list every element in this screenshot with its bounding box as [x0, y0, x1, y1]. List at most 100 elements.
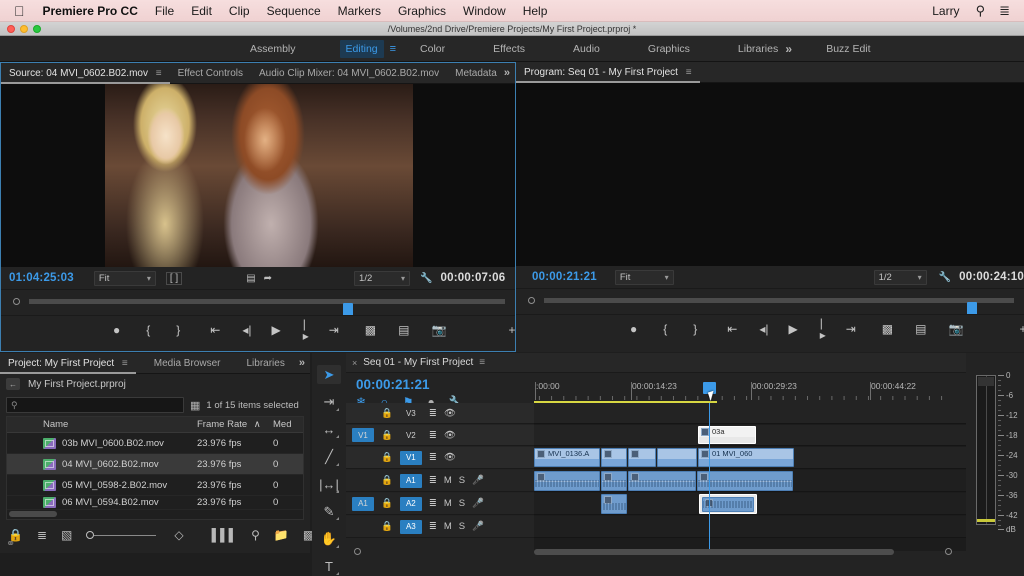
source-drag-handle-icon[interactable]: ➦ [264, 273, 272, 284]
table-row[interactable]: 04 MVI_0602.B02.mov 23.976 fps 0 [7, 454, 303, 475]
menu-user-name[interactable]: Larry [932, 4, 959, 18]
tab-program[interactable]: Program: Seq 01 - My First Project ≡ [516, 62, 700, 83]
tab-metadata[interactable]: Metadata [447, 63, 505, 84]
extract-icon[interactable]: ▤ [915, 323, 926, 335]
mark-in-icon[interactable]: { [663, 323, 667, 335]
eye-icon[interactable]: 👁 [444, 430, 456, 441]
new-search-bin-icon[interactable]: ▦ [190, 399, 200, 412]
timeline-ruler[interactable]: :00:00 00:00:14:23 00:00:29:23 00:00:44:… [534, 381, 946, 403]
timeline-zoom-knob[interactable] [945, 548, 952, 555]
source-patch-v1[interactable] [352, 451, 374, 465]
menu-item-sequence[interactable]: Sequence [267, 4, 321, 18]
breadcrumb-label[interactable]: My First Project.prproj [28, 379, 126, 390]
timeline-hscrollbar[interactable] [534, 549, 894, 555]
col-media[interactable]: Med [273, 419, 303, 430]
menu-item-edit[interactable]: Edit [191, 4, 212, 18]
track-header-v3[interactable]: 🔒 V3 ≣ 👁 [346, 403, 534, 424]
source-patch-v3[interactable] [352, 406, 374, 420]
solo-button-a1[interactable]: S [459, 475, 465, 486]
lane-a2[interactable] [534, 493, 966, 515]
menu-item-clip[interactable]: Clip [229, 4, 250, 18]
close-icon[interactable]: × [352, 358, 357, 368]
source-patch-a2[interactable]: A1 [352, 496, 374, 511]
workspace-tab-effects[interactable]: Effects [489, 40, 529, 58]
program-zoom-select[interactable]: Fit ▾ [614, 269, 674, 285]
track-name-v3[interactable]: V3 [400, 406, 422, 420]
slip-tool[interactable]: |↔| [317, 475, 341, 494]
lock-icon[interactable]: 🔒 [381, 475, 393, 486]
source-current-timecode[interactable]: 01:04:25:03 [9, 272, 74, 284]
track-name-v1[interactable]: V1 [399, 450, 422, 465]
timeline-clip[interactable] [628, 448, 656, 467]
source-tabs-overflow-icon[interactable]: » [504, 67, 510, 79]
tab-source-menu-icon[interactable]: ≡ [156, 68, 162, 79]
lift-icon[interactable]: ▩ [882, 323, 893, 335]
mic-icon[interactable]: 🎤 [472, 521, 484, 532]
source-video-area[interactable] [1, 84, 515, 267]
lock-icon[interactable]: 🔒 [381, 430, 393, 441]
type-tool[interactable]: T [317, 557, 341, 576]
source-scrub-bar[interactable] [1, 289, 515, 317]
timeline-clip[interactable]: 01 MVI_060 [698, 448, 794, 467]
app-name-menu[interactable]: Premiere Pro CC [43, 4, 138, 18]
timeline-clip[interactable] [534, 471, 600, 491]
button-editor-icon[interactable]: + [1019, 323, 1024, 335]
icon-view-icon[interactable]: ▧ [61, 528, 72, 542]
workspace-tab-color[interactable]: Color [416, 40, 449, 58]
workspace-overflow-icon[interactable]: » [785, 42, 792, 56]
source-resolution-select[interactable]: 1/2 ▾ [354, 270, 411, 286]
wrench-icon[interactable]: 🔧 [939, 272, 951, 283]
mute-button-a1[interactable]: M [444, 475, 452, 486]
col-frame-rate[interactable]: Frame Rate ∧ [197, 419, 273, 430]
mic-icon[interactable]: 🎤 [472, 498, 484, 509]
timeline-zoom-dot[interactable] [354, 548, 361, 555]
export-frame-icon[interactable]: 📷 [948, 323, 963, 335]
list-view-icon[interactable]: ≣ [37, 528, 47, 542]
track-header-a3[interactable]: 🔒 A3 ≣ M S 🎤 [346, 516, 534, 538]
step-back-icon[interactable]: ◂| [242, 324, 251, 336]
program-current-timecode[interactable]: 00:00:21:21 [532, 271, 597, 283]
track-select-forward-tool[interactable]: ⇥ [317, 392, 341, 411]
sync-lock-icon[interactable]: ≣ [429, 475, 437, 486]
step-forward-icon[interactable]: |▸ [303, 318, 309, 342]
timeline-playhead[interactable] [709, 403, 710, 551]
timeline-clip[interactable] [601, 471, 627, 491]
creative-cloud-icon[interactable]: ⚭ [6, 537, 15, 550]
play-icon[interactable]: ▶ [788, 323, 797, 335]
tab-libraries[interactable]: Libraries [238, 353, 292, 374]
program-resolution-select[interactable]: 1/2 ▾ [873, 269, 927, 285]
project-tabs-overflow-icon[interactable]: » [299, 357, 305, 369]
row-name-cell[interactable]: 04 MVI_0602.B02.mov [41, 458, 197, 470]
timeline-menu-icon[interactable]: ≡ [479, 357, 485, 368]
zoom-slider-knob[interactable] [86, 531, 95, 539]
tab-program-menu-icon[interactable]: ≡ [686, 67, 692, 78]
mute-button-a2[interactable]: M [444, 498, 452, 509]
solo-button-a2[interactable]: S [459, 498, 465, 509]
workspace-tab-assembly[interactable]: Assembly [246, 40, 300, 58]
lane-v2[interactable]: 03a [534, 425, 966, 446]
row-name-cell[interactable]: 06 MVI_0594.B02.mov [41, 497, 197, 508]
go-to-in-icon[interactable]: ⇤ [727, 323, 737, 335]
program-scrub-track[interactable] [544, 298, 1014, 316]
program-scrub-bar[interactable] [516, 288, 1024, 316]
track-name-v2[interactable]: V2 [400, 428, 422, 442]
timeline-clip[interactable] [697, 471, 793, 491]
tab-effect-controls[interactable]: Effect Controls [170, 63, 251, 84]
ripple-edit-tool[interactable]: ↔ [317, 420, 341, 439]
track-header-a1[interactable]: 🔒 A1 ≣ M S 🎤 [346, 470, 534, 492]
table-row[interactable]: 05 MVI_0598-2.B02.mov 23.976 fps 0 [7, 475, 303, 496]
lane-a3[interactable] [534, 516, 966, 538]
menu-item-help[interactable]: Help [523, 4, 548, 18]
track-name-a3[interactable]: A3 [399, 519, 422, 534]
menu-item-file[interactable]: File [155, 4, 174, 18]
sync-lock-icon[interactable]: ≣ [429, 521, 437, 532]
add-marker-icon[interactable]: ● [113, 324, 120, 336]
source-zoom-select[interactable]: Fit ▾ [93, 270, 156, 286]
track-header-a2[interactable]: A1 🔒 A2 ≣ M S 🎤 [346, 493, 534, 515]
audio-meter-bars[interactable] [976, 375, 996, 525]
overwrite-icon[interactable]: ▤ [398, 324, 409, 336]
parent-bin-icon[interactable]: ← [6, 378, 20, 390]
tab-project[interactable]: Project: My First Project ≡ [0, 353, 136, 374]
list-icon[interactable]: ≣ [999, 3, 1010, 19]
step-forward-icon[interactable]: |▸ [820, 317, 826, 341]
